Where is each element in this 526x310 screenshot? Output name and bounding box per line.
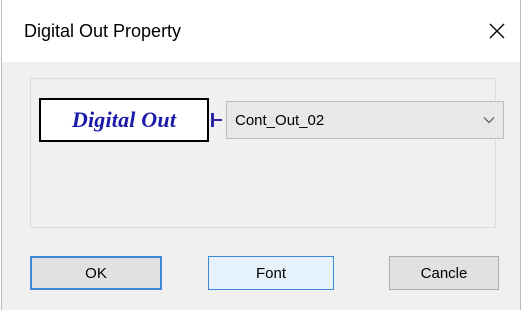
font-button[interactable]: Font <box>208 256 334 290</box>
output-select[interactable]: Cont_Out_02 <box>226 101 504 139</box>
digital-out-property-dialog: Digital Out Property Digital Out Cont_Ou… <box>1 0 521 310</box>
title-bar: Digital Out Property <box>2 0 520 62</box>
cancel-button[interactable]: Cancle <box>389 256 499 290</box>
ok-button[interactable]: OK <box>30 256 162 290</box>
digital-out-preview: Digital Out <box>39 98 209 142</box>
close-icon <box>489 23 505 39</box>
chevron-down-icon <box>475 116 503 124</box>
output-select-value: Cont_Out_02 <box>235 111 325 129</box>
close-button[interactable] <box>474 0 520 62</box>
window-title: Digital Out Property <box>24 21 182 41</box>
digital-out-preview-text: Digital Out <box>71 107 177 132</box>
connector-line <box>209 113 222 127</box>
